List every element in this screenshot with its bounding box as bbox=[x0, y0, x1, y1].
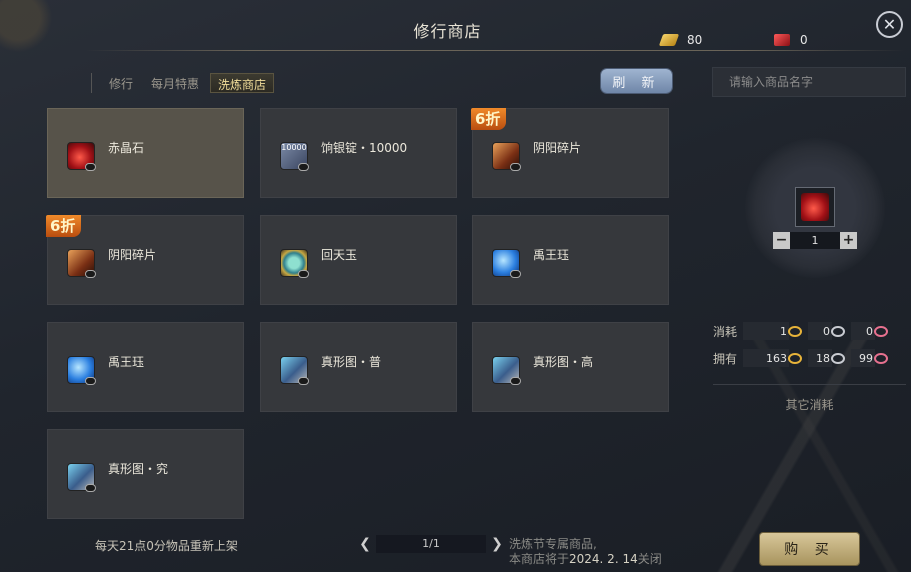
blue-orb-icon bbox=[492, 249, 521, 278]
increase-quantity-button[interactable]: + bbox=[840, 232, 857, 249]
shop-item-map-advanced[interactable]: 真形图・高 bbox=[472, 322, 669, 412]
cost-silver: 0 bbox=[808, 322, 832, 340]
buy-button[interactable]: 购 买 bbox=[760, 533, 859, 565]
currency-red-value: 0 bbox=[800, 33, 808, 47]
map-scroll-icon bbox=[67, 463, 96, 492]
map-scroll-icon bbox=[280, 356, 309, 385]
tab-monthly-deals[interactable]: 每月特惠 bbox=[144, 73, 206, 93]
shop-item-map-basic[interactable]: 真形图・普 bbox=[260, 322, 457, 412]
shop-item-blue-orb[interactable]: 禹王珏 bbox=[472, 215, 669, 305]
shop-item-red-crystal[interactable]: 赤晶石 bbox=[47, 108, 244, 198]
other-cost-link[interactable]: 其它消耗 bbox=[713, 396, 906, 413]
pink-coin-icon bbox=[874, 352, 888, 364]
quantity-stepper: − 1 + bbox=[773, 232, 857, 249]
own-silver: 18 bbox=[808, 349, 832, 367]
event-note-line2: 本商店将于2024. 2. 14关闭 bbox=[509, 552, 662, 566]
discount-badge: 6折 bbox=[46, 215, 82, 237]
blue-orb-icon bbox=[67, 356, 96, 385]
item-name: 禹王珏 bbox=[533, 248, 570, 262]
currency-gold: 80 bbox=[658, 33, 703, 47]
shop-item-jade[interactable]: 回天玉 bbox=[260, 215, 457, 305]
own-row: 拥有 163 18 99 bbox=[713, 349, 888, 367]
gold-ingot-icon bbox=[658, 34, 680, 46]
pagination: ❮ 1/1 ❯ bbox=[358, 535, 504, 553]
event-note-line1: 洗炼节专属商品, bbox=[509, 537, 597, 551]
prev-page-icon[interactable]: ❮ bbox=[358, 536, 372, 552]
discount-badge: 6折 bbox=[471, 108, 507, 130]
cost-pink: 0 bbox=[851, 322, 875, 340]
item-name: 阴阳碎片 bbox=[533, 141, 582, 155]
cost-label: 消耗 bbox=[713, 324, 738, 339]
shop-item-map-ultimate[interactable]: 真形图・究 bbox=[47, 429, 244, 519]
currency-gold-value: 80 bbox=[687, 33, 703, 47]
item-name: 禹王珏 bbox=[108, 355, 145, 369]
item-search-input[interactable]: 请输入商品名字 bbox=[712, 67, 906, 97]
selected-item-preview bbox=[795, 187, 835, 227]
item-name: 饷银锭・10000 bbox=[321, 141, 408, 155]
tab-cultivation[interactable]: 修行 bbox=[91, 73, 140, 93]
quantity-value[interactable]: 1 bbox=[790, 232, 840, 249]
cost-row: 消耗 1 0 0 bbox=[713, 322, 888, 340]
gold-coin-icon bbox=[788, 325, 802, 337]
silver-coin-icon bbox=[831, 352, 845, 364]
close-icon: ✕ bbox=[882, 14, 897, 34]
own-gold: 163 bbox=[743, 349, 789, 367]
currency-red: 0 bbox=[774, 33, 808, 47]
own-pink: 99 bbox=[851, 349, 875, 367]
page-title: 修行商店 bbox=[413, 22, 482, 41]
refresh-button[interactable]: 刷 新 bbox=[601, 69, 672, 93]
own-label: 拥有 bbox=[713, 351, 738, 366]
shop-item-blue-orb[interactable]: 禹王珏 bbox=[47, 322, 244, 412]
item-name: 回天玉 bbox=[321, 248, 358, 262]
event-note: 洗炼节专属商品, 本商店将于2024. 2. 14关闭 bbox=[509, 537, 662, 567]
item-name: 赤晶石 bbox=[108, 141, 145, 155]
item-name: 真形图・高 bbox=[533, 355, 594, 369]
title-divider bbox=[85, 50, 905, 51]
red-crystal-icon bbox=[67, 142, 96, 171]
yinyang-shard-icon bbox=[67, 249, 96, 278]
page-indicator: 1/1 bbox=[376, 535, 486, 553]
pink-coin-icon bbox=[874, 325, 888, 337]
close-button[interactable]: ✕ bbox=[876, 11, 903, 38]
shop-tabs: 修行 每月特惠 洗炼商店 bbox=[91, 73, 278, 93]
item-name: 真形图・究 bbox=[108, 462, 169, 476]
red-crystal-icon bbox=[801, 193, 829, 221]
shop-item-silver-ingot[interactable]: 10000 饷银锭・10000 bbox=[260, 108, 457, 198]
cost-gold: 1 bbox=[743, 322, 789, 340]
silver-coin-icon bbox=[831, 325, 845, 337]
silver-ingot-icon: 10000 bbox=[280, 142, 309, 171]
tab-refine-shop[interactable]: 洗炼商店 bbox=[210, 73, 275, 93]
red-crystal-icon bbox=[774, 34, 790, 46]
next-page-icon[interactable]: ❯ bbox=[490, 536, 504, 552]
close-date: 2024. 2. 14 bbox=[569, 552, 638, 566]
shop-item-yinyang-shard[interactable]: 6折 阴阳碎片 bbox=[46, 215, 244, 305]
shop-item-yinyang-shard[interactable]: 6折 阴阳碎片 bbox=[471, 108, 669, 198]
item-name: 真形图・普 bbox=[321, 355, 382, 369]
item-name: 阴阳碎片 bbox=[108, 248, 157, 262]
map-scroll-icon bbox=[492, 356, 521, 385]
gold-coin-icon bbox=[788, 352, 802, 364]
restock-note: 每天21点0分物品重新上架 bbox=[95, 539, 238, 553]
jade-icon bbox=[280, 249, 309, 278]
divider bbox=[713, 384, 906, 385]
yinyang-shard-icon bbox=[492, 142, 521, 171]
decrease-quantity-button[interactable]: − bbox=[773, 232, 790, 249]
